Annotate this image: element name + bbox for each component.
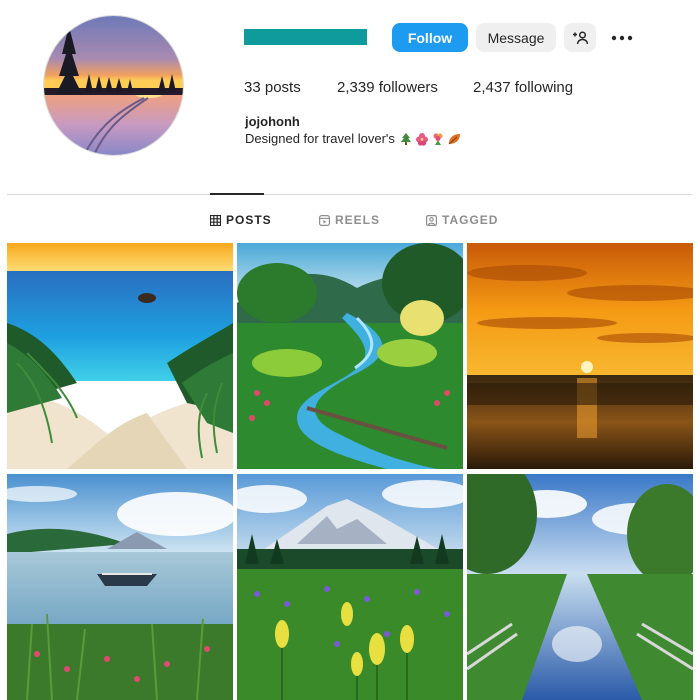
add-user-icon [573, 30, 588, 44]
username-redacted [244, 29, 367, 45]
grid-icon [210, 214, 221, 226]
profile-avatar[interactable] [43, 15, 184, 156]
post-image-sunset [467, 243, 693, 469]
tagged-icon [426, 214, 437, 226]
post-image-lake-boat [7, 474, 233, 700]
add-user-button[interactable] [564, 23, 596, 52]
profile-bio: Designed for travel lover's [245, 131, 461, 146]
bouquet-icon [433, 133, 443, 145]
avatar-image [44, 16, 183, 155]
followers-count[interactable]: 2,339 followers [337, 79, 438, 96]
bio-text: Designed for travel lover's [245, 131, 395, 146]
hibiscus-icon [415, 132, 428, 146]
post-tile[interactable] [467, 243, 693, 469]
bio-emojis [399, 132, 461, 146]
tab-posts[interactable]: POSTS [210, 212, 272, 228]
posts-count: 33 posts [244, 79, 301, 96]
post-image-canal [467, 474, 693, 700]
message-button[interactable]: Message [476, 23, 556, 52]
post-image-beach [7, 243, 233, 469]
post-tile[interactable] [237, 474, 463, 700]
post-image-forest-river [237, 243, 463, 469]
post-tile[interactable] [7, 474, 233, 700]
post-image-mountain-flowers [237, 474, 463, 700]
reels-icon [319, 214, 330, 226]
evergreen-tree-icon [400, 132, 411, 145]
active-tab-indicator [210, 193, 264, 195]
post-tile[interactable] [467, 474, 693, 700]
tab-tagged[interactable]: TAGGED [426, 212, 498, 228]
tab-posts-label: POSTS [226, 213, 272, 227]
tab-reels-label: REELS [335, 213, 381, 227]
post-tile[interactable] [7, 243, 233, 469]
post-tile[interactable] [237, 243, 463, 469]
tab-reels[interactable]: REELS [319, 212, 380, 228]
follow-button[interactable]: Follow [392, 23, 468, 52]
fallen-leaf-icon [448, 133, 460, 144]
tabs-divider [7, 194, 693, 195]
tab-tagged-label: TAGGED [442, 213, 499, 227]
more-options-icon [611, 35, 633, 40]
following-count[interactable]: 2,437 following [473, 79, 573, 96]
more-options-button[interactable] [605, 23, 639, 52]
profile-name: jojohonh [245, 114, 300, 129]
